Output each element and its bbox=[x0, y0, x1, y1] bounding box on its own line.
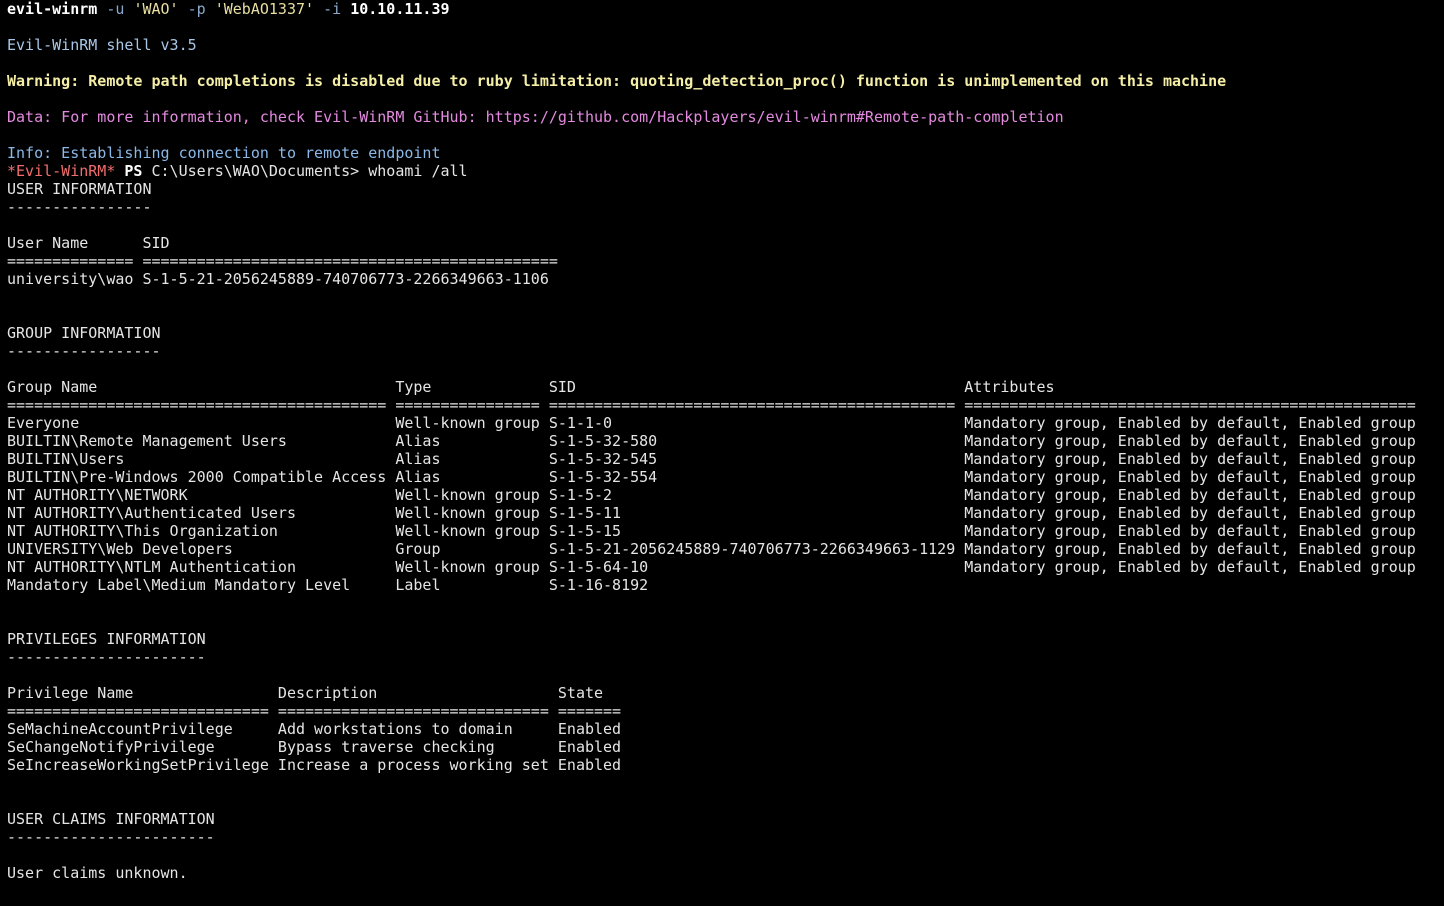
info-message: Info: Establishing connection to remote … bbox=[7, 144, 441, 162]
password-flag: -p bbox=[187, 0, 206, 18]
user-flag: -u bbox=[106, 0, 125, 18]
output-line: Group Name Type SID Attributes bbox=[7, 378, 1055, 396]
output-line: GROUP INFORMATION bbox=[7, 324, 161, 342]
output-line: NT AUTHORITY\Authenticated Users Well-kn… bbox=[7, 504, 1416, 522]
output-line: ---------------------- bbox=[7, 648, 206, 666]
output-line: ----------------------- bbox=[7, 828, 215, 846]
password-arg: 'WebAO1337' bbox=[214, 0, 315, 18]
output-line: NT AUTHORITY\NETWORK Well-known group S-… bbox=[7, 486, 1416, 504]
shell-banner: Evil-WinRM shell v3.5 bbox=[7, 36, 197, 54]
output-line: UNIVERSITY\Web Developers Group S-1-5-21… bbox=[7, 540, 1416, 558]
output-line: USER INFORMATION bbox=[7, 180, 152, 198]
prompt-line[interactable]: *Evil-WinRM* PS C:\Users\WAO\Documents> … bbox=[7, 162, 1437, 180]
output-line: BUILTIN\Pre-Windows 2000 Compatible Acce… bbox=[7, 468, 1416, 486]
output-line: Everyone Well-known group S-1-1-0 Mandat… bbox=[7, 414, 1416, 432]
command-output: USER INFORMATION ---------------- User Nam… bbox=[7, 180, 1437, 882]
output-line: USER CLAIMS INFORMATION bbox=[7, 810, 215, 828]
output-line: SeChangeNotifyPrivilege Bypass traverse … bbox=[7, 738, 622, 756]
output-line: university\wao S-1-5-21-2056245889-74070… bbox=[7, 270, 549, 288]
output-line: BUILTIN\Remote Management Users Alias S-… bbox=[7, 432, 1416, 450]
output-line: User Name SID bbox=[7, 234, 170, 252]
output-line: NT AUTHORITY\NTLM Authentication Well-kn… bbox=[7, 558, 1416, 576]
output-line: ========================================… bbox=[7, 396, 1416, 414]
user-arg: 'WAO' bbox=[133, 0, 179, 18]
ip-arg: 10.10.11.39 bbox=[350, 0, 450, 18]
prompt-ps: PS bbox=[124, 162, 143, 180]
data-message: Data: For more information, check Evil-W… bbox=[7, 108, 1064, 126]
ip-flag: -i bbox=[323, 0, 342, 18]
command-program: evil-winrm bbox=[7, 0, 98, 18]
output-line: ============== =========================… bbox=[7, 252, 558, 270]
prompt-input[interactable]: whoami /all bbox=[368, 162, 467, 180]
command-line: evil-winrm -u 'WAO' -p 'WebAO1337' -i 10… bbox=[7, 0, 1437, 18]
output-line: User claims unknown. bbox=[7, 864, 188, 882]
output-line: NT AUTHORITY\This Organization Well-know… bbox=[7, 522, 1416, 540]
warning-message: Warning: Remote path completions is disa… bbox=[7, 72, 1227, 90]
prompt-tag: *Evil-WinRM* bbox=[7, 162, 116, 180]
output-line: PRIVILEGES INFORMATION bbox=[7, 630, 206, 648]
output-line: BUILTIN\Users Alias S-1-5-32-545 Mandato… bbox=[7, 450, 1416, 468]
terminal-window[interactable]: evil-winrm -u 'WAO' -p 'WebAO1337' -i 10… bbox=[0, 0, 1444, 906]
output-line: ============================= ==========… bbox=[7, 702, 622, 720]
output-line: Mandatory Label\Medium Mandatory Level L… bbox=[7, 576, 649, 594]
output-line: ----------------- bbox=[7, 342, 161, 360]
prompt-path: C:\Users\WAO\Documents> bbox=[151, 162, 360, 180]
output-line: Privilege Name Description State bbox=[7, 684, 604, 702]
output-line: SeIncreaseWorkingSetPrivilege Increase a… bbox=[7, 756, 622, 774]
output-line: ---------------- bbox=[7, 198, 152, 216]
output-line: SeMachineAccountPrivilege Add workstatio… bbox=[7, 720, 622, 738]
